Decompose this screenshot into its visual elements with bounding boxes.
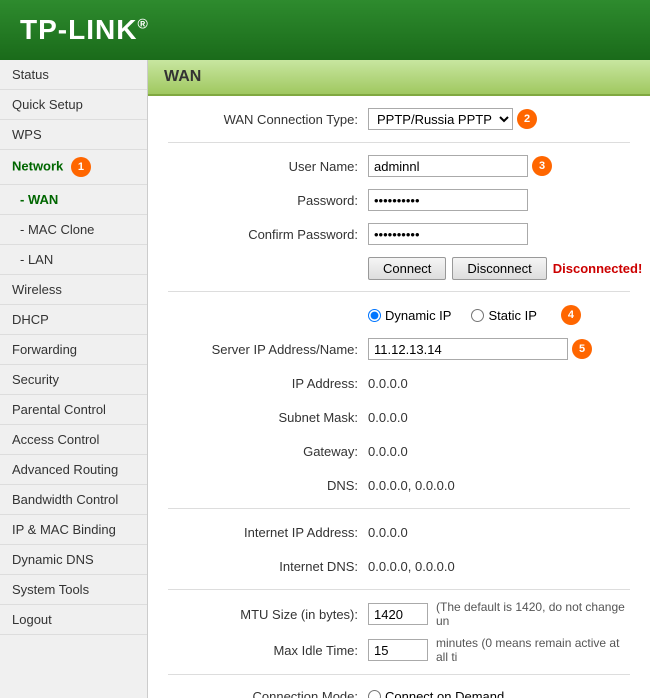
dynamic-ip-label[interactable]: Dynamic IP xyxy=(368,308,451,323)
wan-connection-type-label: WAN Connection Type: xyxy=(168,112,368,127)
content-area: WAN Connection Type: PPTP/Russia PPTP Dy… xyxy=(148,96,650,698)
ip-mode-group: Dynamic IP Static IP 4 xyxy=(368,305,581,325)
divider-5 xyxy=(168,674,630,675)
username-label: User Name: xyxy=(168,159,368,174)
sidebar-item-dhcp[interactable]: DHCP xyxy=(0,305,147,335)
mode-on-demand-text: Connect on Demand xyxy=(385,689,504,698)
divider-2 xyxy=(168,291,630,292)
password-input[interactable] xyxy=(368,189,528,211)
mtu-note: (The default is 1420, do not change un xyxy=(436,600,630,628)
sidebar-item-ip-mac-binding[interactable]: IP & MAC Binding xyxy=(0,515,147,545)
internet-dns-label: Internet DNS: xyxy=(168,559,368,574)
server-ip-input[interactable] xyxy=(368,338,568,360)
mtu-label: MTU Size (in bytes): xyxy=(168,607,368,622)
connection-status: Disconnected! xyxy=(553,261,643,276)
sidebar-item-dynamic-dns[interactable]: Dynamic DNS xyxy=(0,545,147,575)
dns-label: DNS: xyxy=(168,478,368,493)
annotation-1: 1 xyxy=(71,157,91,177)
ip-address-row: IP Address: 0.0.0.0 xyxy=(168,370,630,396)
sidebar: Status Quick Setup WPS Network 1 - WAN -… xyxy=(0,60,148,698)
sidebar-item-logout[interactable]: Logout xyxy=(0,605,147,635)
password-row: Password: xyxy=(168,187,630,213)
sidebar-item-mac-clone[interactable]: - MAC Clone xyxy=(0,215,147,245)
annotation-5: 5 xyxy=(572,339,592,359)
subnet-mask-label: Subnet Mask: xyxy=(168,410,368,425)
dynamic-ip-radio[interactable] xyxy=(368,309,381,322)
sidebar-item-wps[interactable]: WPS xyxy=(0,120,147,150)
ip-mode-row: Dynamic IP Static IP 4 xyxy=(168,302,630,328)
static-ip-text: Static IP xyxy=(488,308,536,323)
sidebar-item-parental-control[interactable]: Parental Control xyxy=(0,395,147,425)
connection-mode-label: Connection Mode: xyxy=(168,689,368,698)
confirm-password-row: Confirm Password: xyxy=(168,221,630,247)
divider-4 xyxy=(168,589,630,590)
layout: Status Quick Setup WPS Network 1 - WAN -… xyxy=(0,60,650,698)
logo: TP-LINK® xyxy=(20,14,149,46)
connect-row: Connect Disconnect Disconnected! xyxy=(168,255,630,281)
dns-row: DNS: 0.0.0.0, 0.0.0.0 xyxy=(168,472,630,498)
static-ip-label[interactable]: Static IP xyxy=(471,308,536,323)
sidebar-item-wan[interactable]: - WAN xyxy=(0,185,147,215)
ip-address-label: IP Address: xyxy=(168,376,368,391)
sidebar-item-network[interactable]: Network 1 xyxy=(0,150,147,185)
internet-ip-value: 0.0.0.0 xyxy=(368,525,408,540)
dns-value: 0.0.0.0, 0.0.0.0 xyxy=(368,478,455,493)
annotation-3: 3 xyxy=(532,156,552,176)
internet-dns-row: Internet DNS: 0.0.0.0, 0.0.0.0 xyxy=(168,553,630,579)
sidebar-item-status[interactable]: Status xyxy=(0,60,147,90)
server-ip-row: Server IP Address/Name: 5 xyxy=(168,336,630,362)
mode-on-demand-label[interactable]: Connect on Demand xyxy=(368,689,542,698)
sidebar-item-wireless[interactable]: Wireless xyxy=(0,275,147,305)
sidebar-item-forwarding[interactable]: Forwarding xyxy=(0,335,147,365)
gateway-row: Gateway: 0.0.0.0 xyxy=(168,438,630,464)
mtu-row: MTU Size (in bytes): (The default is 142… xyxy=(168,600,630,628)
wan-connection-type-select[interactable]: PPTP/Russia PPTP Dynamic IP Static IP PP… xyxy=(368,108,513,130)
divider-1 xyxy=(168,142,630,143)
gateway-value: 0.0.0.0 xyxy=(368,444,408,459)
dynamic-ip-text: Dynamic IP xyxy=(385,308,451,323)
username-input[interactable] xyxy=(368,155,528,177)
mode-on-demand-radio[interactable] xyxy=(368,690,381,698)
gateway-label: Gateway: xyxy=(168,444,368,459)
sidebar-item-quick-setup[interactable]: Quick Setup xyxy=(0,90,147,120)
annotation-2: 2 xyxy=(517,109,537,129)
internet-ip-label: Internet IP Address: xyxy=(168,525,368,540)
sidebar-item-lan[interactable]: - LAN xyxy=(0,245,147,275)
confirm-password-label: Confirm Password: xyxy=(168,227,368,242)
internet-dns-value: 0.0.0.0, 0.0.0.0 xyxy=(368,559,455,574)
internet-ip-row: Internet IP Address: 0.0.0.0 xyxy=(168,519,630,545)
mtu-input[interactable] xyxy=(368,603,428,625)
wan-connection-type-row: WAN Connection Type: PPTP/Russia PPTP Dy… xyxy=(168,106,630,132)
connect-button[interactable]: Connect xyxy=(368,257,446,280)
connection-mode-row: Connection Mode: Connect on Demand Conne… xyxy=(168,685,630,698)
page-title: WAN xyxy=(148,60,650,96)
ip-address-value: 0.0.0.0 xyxy=(368,376,408,391)
subnet-mask-row: Subnet Mask: 0.0.0.0 xyxy=(168,404,630,430)
confirm-password-input[interactable] xyxy=(368,223,528,245)
sidebar-item-advanced-routing[interactable]: Advanced Routing xyxy=(0,455,147,485)
divider-3 xyxy=(168,508,630,509)
max-idle-row: Max Idle Time: minutes (0 means remain a… xyxy=(168,636,630,664)
sidebar-item-security[interactable]: Security xyxy=(0,365,147,395)
server-ip-label: Server IP Address/Name: xyxy=(168,342,368,357)
annotation-4: 4 xyxy=(561,305,581,325)
connection-mode-group: Connect on Demand Connect Automatically … xyxy=(368,689,542,698)
username-row: User Name: 3 xyxy=(168,153,630,179)
sidebar-item-access-control[interactable]: Access Control xyxy=(0,425,147,455)
sidebar-item-bandwidth-control[interactable]: Bandwidth Control xyxy=(0,485,147,515)
disconnect-button[interactable]: Disconnect xyxy=(452,257,546,280)
subnet-mask-value: 0.0.0.0 xyxy=(368,410,408,425)
main-content: WAN WAN Connection Type: PPTP/Russia PPT… xyxy=(148,60,650,698)
max-idle-input[interactable] xyxy=(368,639,428,661)
sidebar-item-system-tools[interactable]: System Tools xyxy=(0,575,147,605)
max-idle-note: minutes (0 means remain active at all ti xyxy=(436,636,630,664)
max-idle-label: Max Idle Time: xyxy=(168,643,368,658)
header: TP-LINK® xyxy=(0,0,650,60)
password-label: Password: xyxy=(168,193,368,208)
static-ip-radio[interactable] xyxy=(471,309,484,322)
